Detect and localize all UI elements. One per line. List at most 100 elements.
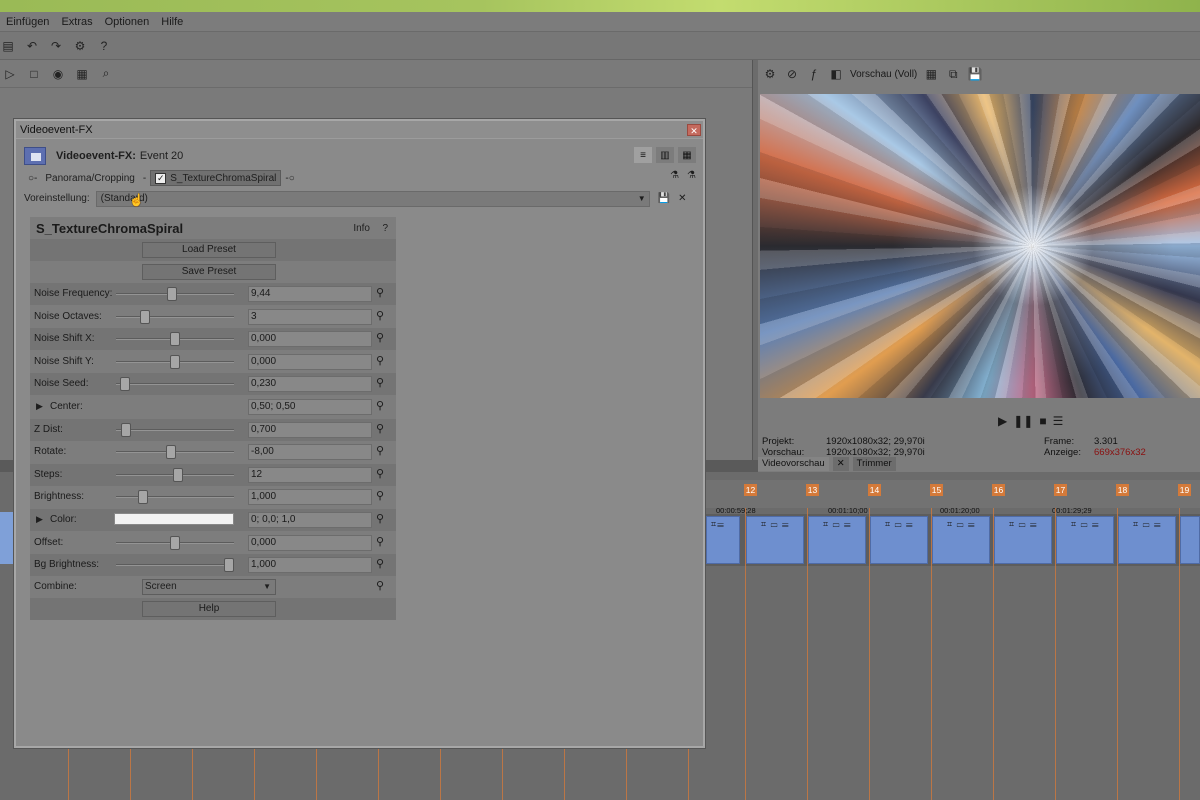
slider-thumb[interactable] — [165, 445, 176, 460]
undo-icon[interactable]: ↶ — [24, 38, 40, 54]
help-icon[interactable]: ? — [96, 38, 112, 54]
marker[interactable]: 17 — [1054, 484, 1067, 496]
param-slider[interactable] — [116, 445, 234, 460]
settings-icon[interactable]: ⚙ — [762, 66, 778, 82]
param-slider[interactable] — [116, 422, 234, 437]
fx-icon[interactable]: ƒ — [806, 66, 822, 82]
param-slider[interactable] — [116, 309, 234, 324]
menu-hilfe[interactable]: Hilfe — [155, 16, 189, 28]
remove-plugin-icon[interactable]: ⚗ — [687, 170, 696, 181]
tab-videovorschau[interactable]: Videovorschau — [758, 457, 829, 471]
keyframe-icon[interactable]: ⚲ — [376, 354, 390, 368]
param-value-input[interactable]: 0,000 — [248, 353, 372, 370]
menu-einfuegen[interactable]: Einfügen — [0, 16, 55, 28]
param-value-input[interactable]: 9,44 — [248, 286, 372, 302]
split-view-icon[interactable]: ▥ — [656, 147, 674, 163]
keyframe-icon[interactable]: ⚲ — [376, 399, 390, 413]
slider-thumb[interactable] — [170, 535, 180, 550]
keyframe-icon[interactable]: ⚲ — [376, 489, 390, 503]
marker[interactable]: 13 — [806, 484, 819, 496]
paste-icon[interactable]: ▤ — [0, 38, 16, 54]
clip-fx-icon[interactable]: ⌗ ▭ ☰ — [823, 519, 852, 530]
keyframe-icon[interactable]: ⚲ — [376, 579, 390, 593]
grid-icon[interactable]: ▦ — [923, 66, 939, 82]
slider-thumb[interactable] — [120, 377, 131, 392]
slider-thumb[interactable] — [224, 558, 234, 573]
param-value-input[interactable]: 0,000 — [248, 331, 372, 348]
video-clip[interactable]: ⌗ ▭ ☰ — [994, 516, 1052, 564]
expand-arrow-icon[interactable]: ▶ — [36, 401, 43, 412]
slider-thumb[interactable] — [121, 422, 132, 437]
slider-thumb[interactable] — [170, 332, 180, 347]
bypass-icon[interactable]: ⊘ — [784, 66, 800, 82]
slider-thumb[interactable] — [139, 309, 150, 324]
auto-preview-icon[interactable]: ◉ — [50, 66, 66, 82]
keyframe-icon[interactable]: ⚲ — [376, 309, 390, 323]
stop-icon[interactable]: □ — [26, 66, 42, 82]
param-value-input[interactable]: 3 — [248, 308, 372, 325]
expand-arrow-icon[interactable]: ▶ — [36, 514, 43, 525]
help-link[interactable]: ? — [382, 223, 388, 234]
clip-fx-icon[interactable]: ⌗ ▭ ☰ — [1071, 519, 1100, 530]
marker[interactable]: 18 — [1116, 484, 1129, 496]
clip-fx-icon[interactable]: ⌗☰ — [711, 519, 725, 530]
combine-select[interactable]: Screen ▼ — [142, 579, 276, 595]
close-icon[interactable]: ✕ — [832, 457, 849, 471]
video-clip[interactable]: ⌗ ▭ ☰ — [870, 516, 928, 564]
stop-button[interactable]: ■ — [1039, 414, 1046, 428]
clip-fx-icon[interactable]: ⌗ ▭ ☰ — [947, 519, 976, 530]
keyframe-icon[interactable]: ⚲ — [376, 557, 390, 571]
properties-icon[interactable]: ⚙ — [72, 38, 88, 54]
close-icon[interactable]: ✕ — [687, 123, 701, 136]
color-swatch[interactable] — [114, 513, 234, 525]
param-slider[interactable] — [116, 287, 234, 301]
enable-checkbox[interactable]: ✓ — [155, 172, 167, 184]
param-value-input[interactable]: 1,000 — [248, 489, 372, 506]
list-view-icon[interactable]: ≡ — [634, 147, 652, 163]
video-clip[interactable]: ⌗ ▭ ☰ — [746, 516, 804, 564]
play-icon[interactable]: ▷ — [2, 66, 18, 82]
slider-thumb[interactable] — [137, 490, 148, 505]
param-value-input[interactable]: 1,000 — [248, 557, 372, 574]
menu-optionen[interactable]: Optionen — [99, 16, 156, 28]
clip-fx-icon[interactable]: ⌗ ▭ ☰ — [761, 519, 790, 530]
marker[interactable]: 19 — [1178, 484, 1191, 496]
keyframe-icon[interactable]: ⚲ — [376, 422, 390, 436]
keyframe-icon[interactable]: ⚲ — [376, 376, 390, 390]
slider-thumb[interactable] — [170, 354, 180, 369]
param-slider[interactable] — [116, 332, 234, 347]
slider-thumb[interactable] — [173, 467, 184, 482]
marker[interactable]: 16 — [992, 484, 1005, 496]
param-slider[interactable] — [116, 354, 234, 369]
view-icon[interactable]: ▦ — [74, 66, 90, 82]
timeline-ruler[interactable]: 12 13 14 15 16 17 18 19 00:00:59;28 00:0… — [706, 480, 1200, 515]
param-value-input[interactable]: -8,00 — [248, 444, 372, 461]
split-icon[interactable]: ◧ — [828, 66, 844, 82]
video-clip[interactable]: ⌗ ▭ ☰ — [932, 516, 990, 564]
param-slider[interactable] — [116, 558, 234, 573]
param-slider[interactable] — [116, 535, 234, 550]
preview-quality-select[interactable]: Vorschau (Voll) — [850, 69, 917, 80]
delete-preset-icon[interactable]: ✕ — [678, 193, 686, 204]
video-clip[interactable]: ⌗☰ — [706, 516, 740, 564]
param-slider[interactable] — [116, 377, 234, 392]
pause-button[interactable]: ❚❚ — [1013, 414, 1033, 428]
help-button[interactable]: Help — [142, 601, 276, 617]
video-clip[interactable]: ⌗ ▭ ☰ — [1056, 516, 1114, 564]
chain-item-chromaspiral[interactable]: ✓ S_TextureChromaSpiral — [150, 170, 282, 186]
keyframe-icon[interactable]: ⚲ — [376, 467, 390, 481]
tab-trimmer[interactable]: Trimmer — [852, 457, 896, 471]
keyframe-icon[interactable]: ⚲ — [376, 444, 390, 458]
load-preset-button[interactable]: Load Preset — [142, 242, 276, 258]
param-value-input[interactable]: 0; 0,0; 1,0 — [248, 512, 372, 528]
preset-select[interactable]: (Standard) ▼ — [95, 190, 650, 207]
clip-fx-icon[interactable]: ⌗ ▭ ☰ — [1009, 519, 1038, 530]
video-clip[interactable]: ⌗ ▭ ☰ — [808, 516, 866, 564]
param-value-input[interactable]: 0,700 — [248, 421, 372, 438]
save-snapshot-icon[interactable]: 💾 — [967, 66, 983, 82]
param-value-input[interactable]: 12 — [248, 466, 372, 483]
param-slider[interactable] — [116, 490, 234, 505]
copy-snapshot-icon[interactable]: ⧉ — [945, 66, 961, 82]
chevron-down-icon[interactable]: ▼ — [638, 194, 646, 203]
param-value-input[interactable]: 0,50; 0,50 — [248, 399, 372, 415]
